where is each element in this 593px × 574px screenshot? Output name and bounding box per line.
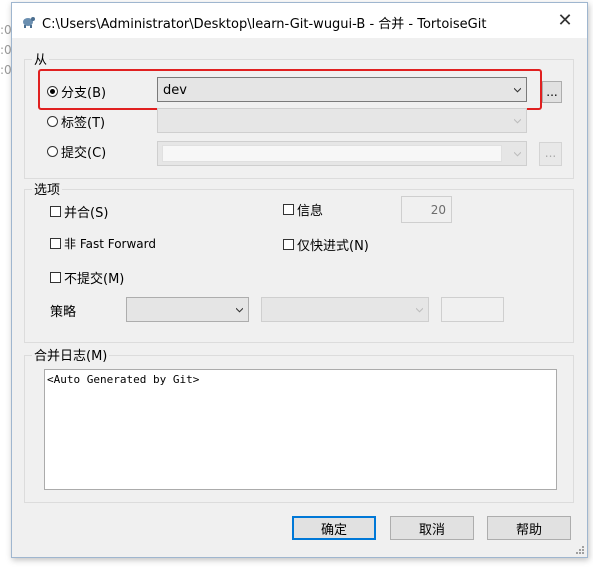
- chevron-down-icon: [416, 307, 423, 312]
- tortoisegit-icon: [23, 17, 35, 28]
- strategy-label: 策略: [50, 305, 77, 320]
- radio-selected-icon: [47, 86, 58, 97]
- strategy-param-input[interactable]: [441, 297, 504, 322]
- ok-button[interactable]: 确定: [292, 516, 376, 540]
- background-text-3: :0: [0, 63, 12, 77]
- checkbox-icon: [50, 272, 61, 283]
- no-commit-checkbox[interactable]: 不提交(M): [50, 268, 124, 287]
- cancel-button[interactable]: 取消: [390, 516, 474, 540]
- tag-select[interactable]: [157, 108, 527, 133]
- no-commit-label: 不提交(M): [64, 272, 125, 287]
- no-ff-checkbox[interactable]: 非 Fast Forward: [50, 235, 156, 252]
- help-button[interactable]: 帮助: [487, 516, 571, 540]
- squash-checkbox[interactable]: 并合(S): [50, 202, 108, 221]
- branch-browse-button[interactable]: ...: [542, 81, 562, 103]
- chevron-down-icon: [514, 118, 521, 123]
- ff-only-checkbox[interactable]: 仅快进式(N): [283, 235, 369, 254]
- branch-radio-label: 分支(B): [61, 86, 107, 101]
- message-checkbox[interactable]: 信息: [283, 200, 323, 219]
- window-title: C:\Users\Administrator\Desktop\learn-Git…: [42, 17, 487, 32]
- background-text-1: :0: [0, 23, 12, 37]
- checkbox-icon: [283, 204, 294, 215]
- chevron-down-icon: [514, 151, 521, 156]
- log-count-input[interactable]: 20: [401, 196, 452, 223]
- merge-log-textarea[interactable]: <Auto Generated by Git>: [44, 369, 557, 490]
- chevron-down-icon: [236, 307, 243, 312]
- commit-radio-label: 提交(C): [61, 146, 107, 161]
- merge-dialog: C:\Users\Administrator\Desktop\learn-Git…: [11, 2, 588, 558]
- branch-select[interactable]: dev: [157, 77, 527, 102]
- background-text-2: :0: [0, 43, 12, 57]
- branch-select-value: dev: [163, 83, 187, 98]
- tag-radio[interactable]: 标签(T): [47, 112, 105, 131]
- strategy-select[interactable]: [126, 297, 249, 322]
- ff-only-label: 仅快进式(N): [297, 239, 369, 254]
- commit-radio[interactable]: 提交(C): [47, 142, 106, 161]
- commit-browse-button[interactable]: ...: [539, 142, 562, 166]
- log-count-value: 20: [430, 203, 446, 217]
- branch-radio[interactable]: 分支(B): [47, 82, 106, 101]
- title-bar[interactable]: C:\Users\Administrator\Desktop\learn-Git…: [12, 3, 587, 38]
- strategy-option-select[interactable]: [261, 297, 429, 322]
- merge-log-legend: 合并日志(M): [32, 345, 110, 364]
- from-legend: 从: [32, 49, 50, 68]
- options-legend: 选项: [32, 179, 63, 198]
- commit-select[interactable]: [157, 141, 527, 166]
- checkbox-icon: [50, 206, 61, 217]
- close-icon: ✕: [557, 10, 573, 31]
- no-ff-label: 非 Fast Forward: [64, 237, 156, 251]
- checkbox-icon: [50, 238, 61, 249]
- radio-unselected-icon: [47, 116, 58, 127]
- resize-grip-icon[interactable]: [574, 544, 584, 554]
- close-button[interactable]: ✕: [543, 3, 587, 38]
- commit-input[interactable]: [162, 145, 502, 162]
- tag-radio-label: 标签(T): [61, 116, 106, 131]
- checkbox-icon: [283, 239, 294, 250]
- chevron-down-icon: [514, 87, 521, 92]
- message-label: 信息: [297, 204, 324, 219]
- radio-unselected-icon: [47, 146, 58, 157]
- squash-label: 并合(S): [64, 206, 109, 221]
